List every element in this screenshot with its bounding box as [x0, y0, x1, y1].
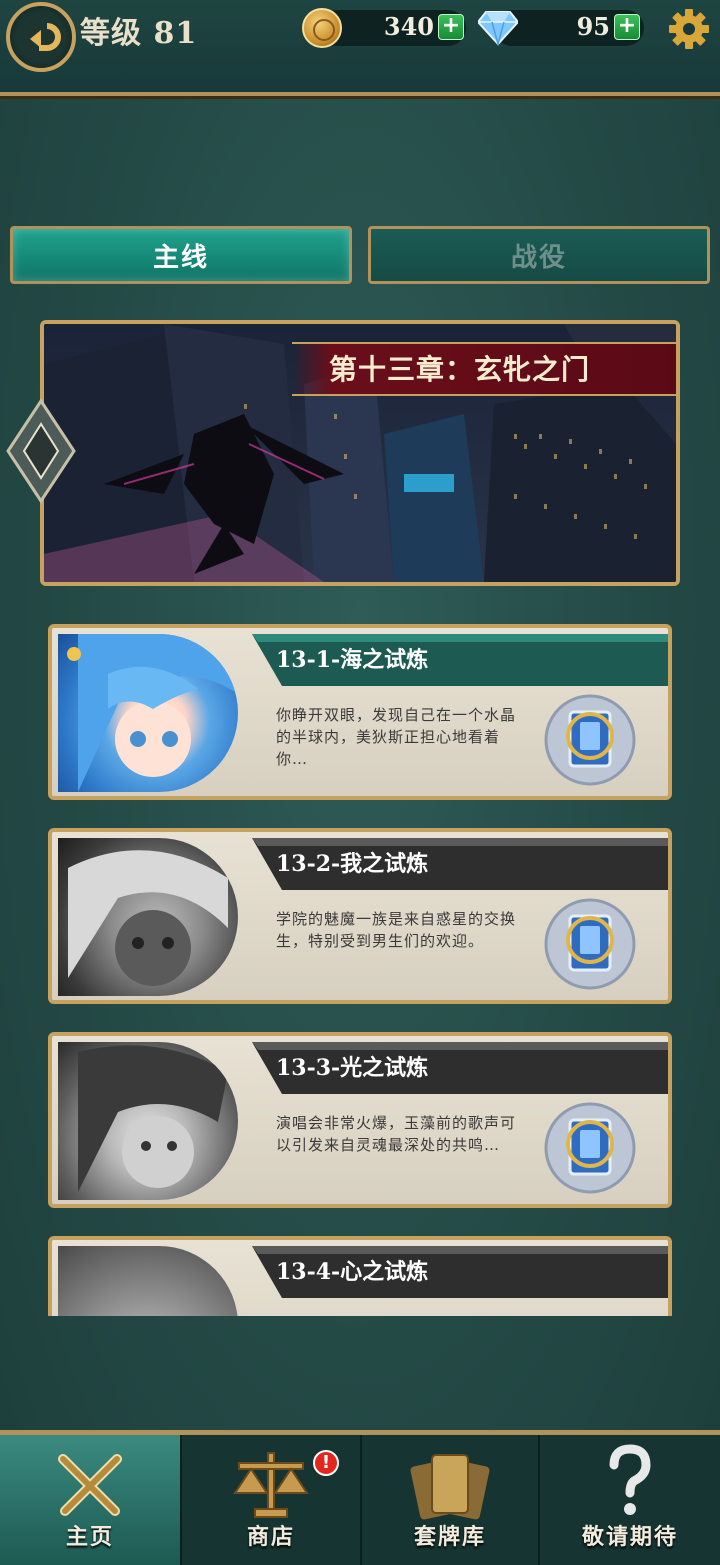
- diamond-value: 95: [576, 12, 610, 41]
- stage-card-13-3[interactable]: 13-3-光之试炼 演唱会非常火爆，玉藻前的歌声可以引发来自灵魂最深处的共鸣…: [48, 1032, 672, 1208]
- crossed-swords-icon: [58, 1454, 122, 1516]
- diamond-icon: [478, 11, 518, 46]
- stage-card-13-2[interactable]: 13-2-我之试炼 学院的魅魔一族是来自惑星的交换生，特别受到男生们的欢迎。: [48, 828, 672, 1004]
- portrait-image: [58, 838, 238, 996]
- stage-card-13-1[interactable]: 13-1-海之试炼 你睁开双眼，发现自己在一个水晶的半球内，美狄斯正担心地看着你…: [48, 624, 672, 800]
- back-arrow-icon: [30, 23, 61, 51]
- question-icon: [609, 1444, 651, 1515]
- nav-shop-label: 商店: [246, 1525, 295, 1550]
- portrait-image: [58, 1042, 238, 1200]
- nav-coming-soon[interactable]: 敬请期待: [540, 1435, 720, 1565]
- nav-home-label: 主页: [65, 1525, 114, 1550]
- chapter-banner[interactable]: 第十三章：玄牝之门: [40, 320, 680, 586]
- add-diamond-button[interactable]: +: [614, 14, 640, 40]
- nav-deck-label: 套牌库: [413, 1525, 486, 1550]
- scales-icon: [233, 1452, 309, 1518]
- gold-coin-icon: [302, 8, 342, 48]
- stage-title: 13-1-海之试炼: [276, 647, 429, 673]
- back-button[interactable]: [6, 2, 76, 72]
- stage-description: 你睁开双眼，发现自己在一个水晶的半球内，美狄斯正担心地看着你…: [276, 706, 517, 768]
- stage-list-clip: 13-4-心之试炼: [0, 1236, 720, 1316]
- portrait-image: [58, 1246, 238, 1316]
- card-reward-icon: [544, 898, 636, 990]
- stage-title: 13-3-光之试炼: [276, 1055, 429, 1081]
- card-reward-icon: [544, 694, 636, 786]
- nav-coming-soon-label: 敬请期待: [581, 1525, 678, 1550]
- chapter-select-emblem[interactable]: [6, 396, 76, 506]
- shop-notification-badge: !: [313, 1450, 339, 1476]
- tab-campaign[interactable]: 战役: [368, 226, 710, 284]
- bottom-nav: 主页 商店 套牌库 敬请期待: [0, 1430, 720, 1565]
- stage-description: 学院的魅魔一族是来自惑星的交换生，特别受到男生们的欢迎。: [276, 910, 517, 950]
- nav-deck[interactable]: 套牌库: [362, 1435, 538, 1565]
- top-bar: 等级 81 340 + 95 +: [0, 0, 720, 96]
- player-level: 等级 81: [80, 16, 198, 51]
- portrait-image: [58, 634, 238, 792]
- gold-value: 340: [383, 12, 434, 41]
- stage-card-13-4[interactable]: 13-4-心之试炼: [48, 1236, 672, 1316]
- gear-icon[interactable]: [668, 8, 710, 50]
- chapter-title: 第十三章：玄牝之门: [329, 353, 591, 386]
- nav-home[interactable]: 主页: [0, 1435, 180, 1565]
- tab-main-story[interactable]: 主线: [10, 226, 352, 284]
- cards-icon: [410, 1454, 490, 1520]
- stage-description: 演唱会非常火爆，玉藻前的歌声可以引发来自灵魂最深处的共鸣…: [276, 1114, 517, 1154]
- card-reward-icon: [544, 1102, 636, 1194]
- add-gold-button[interactable]: +: [438, 14, 464, 40]
- stage-title: 13-4-心之试炼: [276, 1259, 429, 1285]
- stage-title: 13-2-我之试炼: [276, 851, 429, 877]
